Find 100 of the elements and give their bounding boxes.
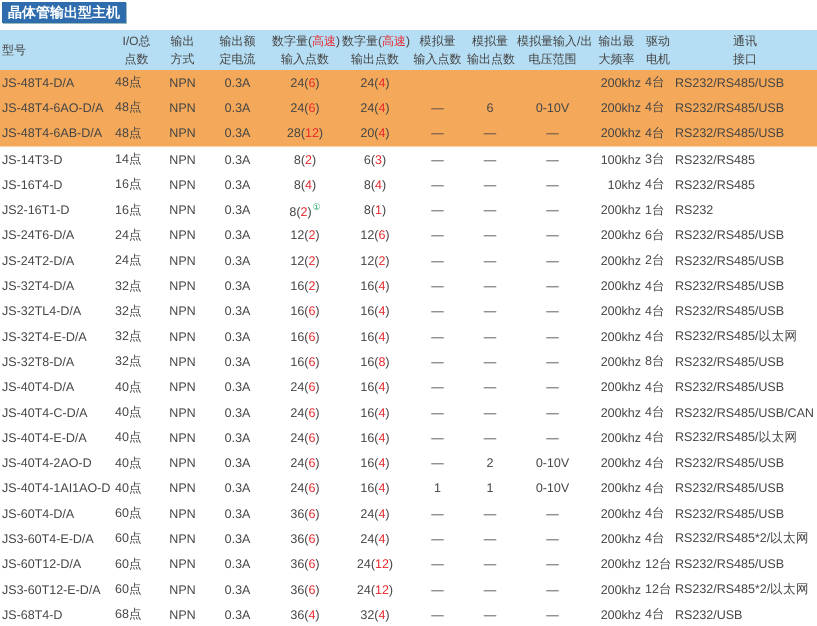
table-cell-text: RS232/RS485/USB	[674, 278, 786, 296]
table-cell-text: 0-10V	[534, 455, 570, 472]
table-cell-text: 4台	[644, 302, 666, 320]
table-cell-text: —	[482, 404, 498, 422]
table-cell-text: 60点	[114, 530, 143, 548]
column-header: 模拟量 输出点数	[465, 30, 515, 70]
table-cell: RS232/RS485/USB	[673, 95, 817, 121]
table-cell: 0.3A	[205, 120, 270, 146]
table-cell-text: 12(2)	[359, 252, 391, 270]
table-cell-text: 24点	[114, 226, 143, 244]
table-cell: 4台	[643, 95, 673, 121]
table-cell-text: 0.3A	[224, 252, 252, 270]
table-cell-text: 16(6)	[289, 328, 321, 346]
table-cell-text: JS-60T12-D/A	[1, 556, 82, 574]
table-cell-text: 16点	[114, 202, 143, 219]
table-cell-text: 0.3A	[224, 354, 252, 371]
table-cell-text: RS232/RS485/USB	[674, 227, 786, 244]
table-cell-text: RS232/RS485/USB	[674, 480, 786, 498]
table-cell-text: —	[545, 606, 560, 624]
table-cell: 0.3A	[205, 70, 270, 96]
table-cell-text: 40点	[114, 404, 143, 421]
table-cell-text: 24(6)	[289, 379, 321, 396]
table-cell-text: 40点	[114, 378, 143, 396]
table-cell: 200khz	[590, 70, 643, 96]
table-cell: 14点	[113, 146, 160, 172]
table-cell-text: 1台	[644, 202, 666, 219]
table-cell: NPN	[160, 146, 205, 172]
table-cell-text: NPN	[168, 530, 197, 548]
table-cell: RS232/RS485/USB	[673, 70, 817, 96]
table-cell-text: 0.3A	[224, 506, 252, 523]
table-cell-text: RS232/RS485*2/以太网	[674, 530, 810, 548]
table-cell-text: 68点	[114, 606, 143, 624]
table-cell-text: 200khz	[600, 303, 642, 320]
table-cell-text: JS-24T2-D/A	[1, 252, 76, 270]
table-cell-text: JS-40T4-E-D/A	[1, 430, 88, 447]
table-cell-text: JS-32T8-D/A	[1, 354, 76, 371]
table-cell: 3台	[643, 146, 673, 172]
table-cell: JS-48T4-6AB-D/A	[0, 120, 113, 146]
table-cell-text: —	[430, 582, 445, 599]
table-cell-text: RS232/RS485/USB	[674, 303, 786, 320]
table-cell-text: JS-40T4-D/A	[1, 379, 76, 396]
table-cell-text: NPN	[168, 354, 197, 371]
table-cell: 6(3)	[340, 146, 410, 172]
table-cell-text: 60点	[114, 581, 143, 598]
table-cell-text: 0.3A	[224, 582, 252, 599]
table-cell-text: NPN	[168, 202, 197, 220]
table-cell-text: —	[430, 278, 445, 296]
table-cell-text: 12台	[644, 581, 673, 598]
table-cell-text: —	[430, 252, 445, 270]
table-cell-text: JS-32T4-D/A	[1, 278, 76, 296]
table-cell-text: 0.3A	[224, 202, 252, 220]
table-cell-text: —	[545, 404, 560, 422]
table-cell-text: 4台	[644, 606, 666, 624]
column-header: 模拟量输入/出 电压范围	[515, 30, 590, 70]
table-cell-text: 0.3A	[224, 404, 252, 422]
table-cell-text: 16(4)	[359, 379, 391, 396]
table-cell-text: 36(6)	[289, 506, 321, 523]
table-cell-text: NPN	[168, 455, 197, 472]
table-cell-text: —	[482, 303, 498, 320]
table-cell: —	[410, 95, 465, 121]
table-cell: RS232/RS485/USB	[673, 120, 817, 146]
table-cell-text: 4台	[644, 480, 666, 497]
table-cell-text: —	[430, 176, 445, 194]
table-cell-text: —	[545, 379, 560, 396]
table-cell-text: 200khz	[600, 202, 642, 220]
table-cell-text: JS2-16T1-D	[1, 202, 70, 220]
table-cell: 200khz	[590, 120, 643, 146]
table-cell-text: JS-32TL4-D/A	[1, 303, 82, 320]
table-cell-text: JS-24T6-D/A	[1, 227, 76, 244]
table-cell-text: 200khz	[600, 278, 642, 296]
table-cell-text: 16(4)	[359, 404, 391, 422]
table-cell-text: 0.3A	[224, 606, 252, 624]
table-cell-text: 40点	[114, 429, 143, 446]
table-cell-text: 8(2)$^{①}$	[288, 200, 322, 221]
column-header: 输出额 定电流	[205, 30, 270, 70]
table-cell-text: RS232	[674, 202, 714, 220]
table-cell-text: 4台	[644, 530, 666, 548]
table-cell-text: 16(4)	[359, 328, 391, 346]
table-cell-text: 4台	[644, 278, 666, 295]
table-cell-text: —	[482, 176, 498, 194]
table-cell-text: 0-10V	[534, 480, 570, 498]
table-cell-text: JS-40T4-C-D/A	[1, 404, 88, 422]
column-header: 模拟量 输入点数	[410, 30, 465, 70]
table-cell: 24(4)	[340, 70, 410, 96]
table-cell-text: —	[482, 328, 498, 346]
table-cell-text: RS232/RS485/USB	[674, 252, 786, 270]
table-cell-text: 4台	[644, 328, 666, 346]
table-cell-text: —	[482, 379, 498, 396]
table-cell-text: —	[482, 606, 498, 624]
table-cell-text: 0.3A	[224, 227, 252, 244]
table-cell-text: RS232/RS485	[674, 176, 756, 194]
table-cell-text: 200khz	[600, 227, 642, 244]
table-cell: 8(2)	[270, 146, 340, 172]
table-cell-text: 16(6)	[289, 354, 321, 371]
table-cell-text: 0.3A	[224, 278, 252, 296]
table-cell-text: NPN	[168, 252, 197, 270]
table-cell-text: NPN	[168, 556, 197, 574]
table-cell-text: RS232/USB	[674, 606, 744, 624]
table-cell-text: 200khz	[600, 582, 642, 599]
table-cell-text: 36(6)	[289, 556, 321, 574]
